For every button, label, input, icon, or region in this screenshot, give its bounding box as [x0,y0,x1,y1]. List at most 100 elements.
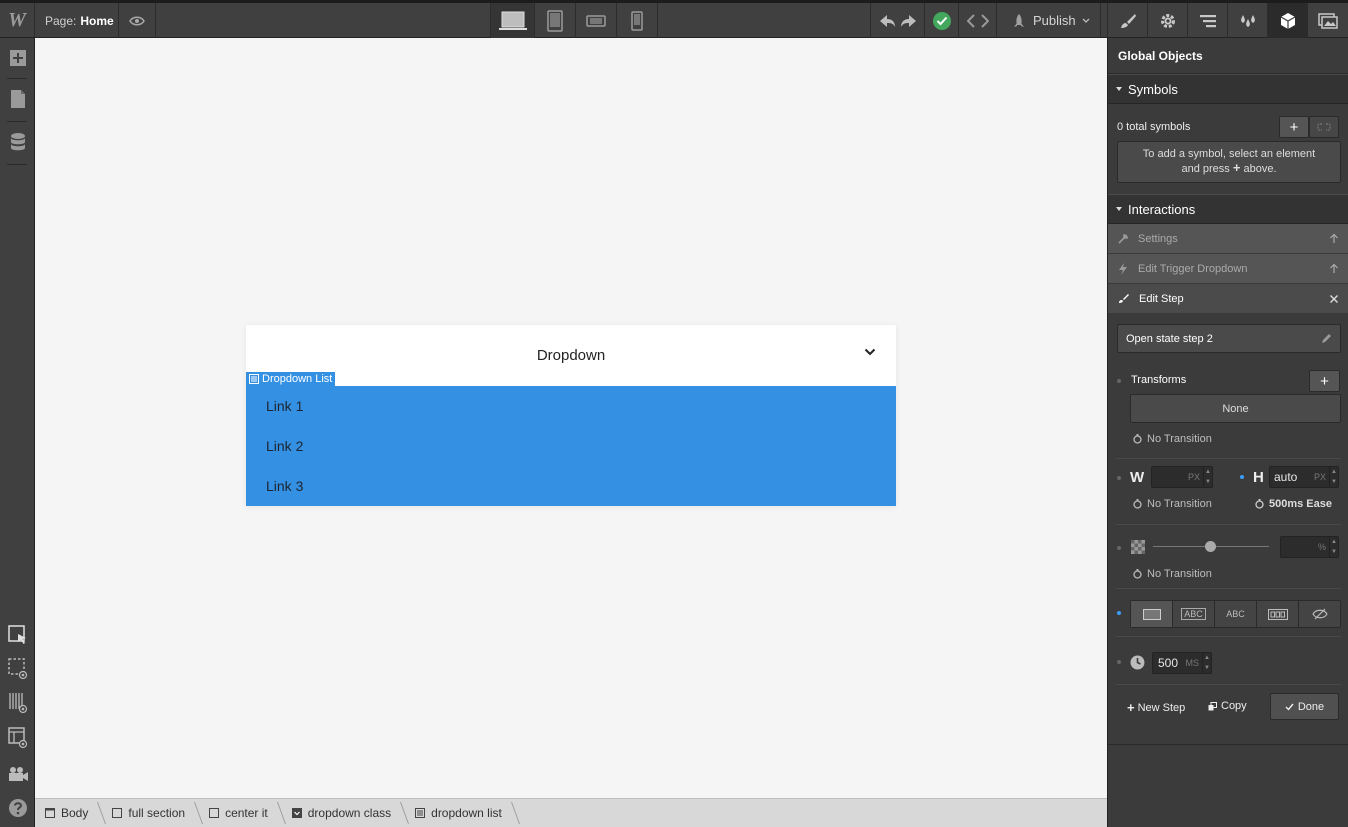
grid-overlay-icon[interactable] [0,686,35,720]
duration-stepper[interactable]: ▲ ▼ [1202,653,1211,673]
undo-redo-icon[interactable] [878,13,918,29]
navigator-icon[interactable] [1187,3,1227,38]
preview-eye-icon[interactable] [119,3,156,38]
clock-icon [1130,655,1145,670]
dropdown-link[interactable]: Link 1 [246,386,896,426]
arrow-up-icon[interactable] [1329,233,1339,244]
swatches-drops-icon[interactable] [1227,3,1267,38]
breadcrumb-label: center it [225,806,268,820]
desktop-view-icon[interactable] [491,3,535,38]
new-step-button[interactable]: + New Step [1127,700,1185,715]
status-check-icon[interactable] [925,3,959,38]
breadcrumb-item-dropdown[interactable]: dropdown class [282,799,405,827]
breadcrumb-item-dropdown-list[interactable]: dropdown list [405,799,516,827]
help-icon[interactable] [0,791,35,825]
height-input[interactable]: auto PX ▲ ▼ [1269,466,1339,488]
copy-step-button[interactable]: Copy [1208,700,1247,712]
div-block-icon [112,808,123,818]
interactions-section-header[interactable]: Interactions [1108,194,1348,224]
global-objects-cube-icon[interactable] [1267,3,1307,38]
divider [1116,458,1341,459]
symbols-hint: To add a symbol, select an element and p… [1117,141,1341,183]
width-input[interactable]: PX ▲ ▼ [1151,466,1213,488]
display-inline-block-option[interactable]: ABC [1173,601,1215,627]
unlink-icon [1317,123,1331,131]
symbols-body: 0 total symbols + To add a symbol, selec… [1108,104,1348,194]
inline-label: ABC [1226,609,1245,619]
display-block-option[interactable] [1131,601,1173,627]
design-canvas[interactable]: Dropdown Link 1 Link 2 Link 3 Dropdown L… [35,38,1107,798]
stopwatch-icon [1133,569,1142,579]
caret-down-icon [1116,207,1122,211]
symbols-section-header[interactable]: Symbols [1108,74,1348,104]
step-name-field[interactable]: Open state step 2 [1117,324,1341,353]
opacity-input[interactable]: % ▲ ▼ [1280,536,1339,558]
pencil-icon[interactable] [1321,333,1332,344]
width-transition[interactable]: No Transition [1133,498,1212,510]
undo-redo [871,3,925,38]
breadcrumb: Body full section center it dropdown cla… [35,798,1107,827]
webflow-logo[interactable]: W [0,3,35,38]
edit-step-row[interactable]: Edit Step [1108,284,1348,314]
panel-title: Global Objects [1108,38,1348,74]
opacity-transition[interactable]: No Transition [1133,568,1212,580]
dropdown-list[interactable]: Link 1 Link 2 Link 3 [246,386,896,506]
breadcrumb-item-section[interactable]: full section [102,799,199,827]
assets-images-icon[interactable] [1307,3,1347,38]
div-block-icon [209,808,220,818]
transforms-value[interactable]: None [1130,394,1341,423]
property-dot-active [1117,611,1121,615]
pages-icon[interactable] [0,82,35,116]
interaction-settings-row[interactable]: Settings [1108,224,1348,254]
divider [1116,636,1341,637]
selected-element-tag[interactable]: Dropdown List [246,372,336,386]
display-none-option[interactable] [1299,601,1340,627]
code-export-icon[interactable] [959,3,997,38]
display-inline-option[interactable]: ABC [1215,601,1257,627]
edit-trigger-row[interactable]: Edit Trigger Dropdown [1108,254,1348,284]
arrow-up-icon[interactable] [1329,263,1339,274]
dropdown-link[interactable]: Link 3 [246,466,896,506]
xray-layout-icon[interactable] [0,721,35,755]
breadcrumb-item-body[interactable]: Body [35,799,102,827]
brush-icon [1119,294,1129,303]
opacity-stepper[interactable]: ▲ ▼ [1329,537,1338,557]
publish-label: Publish [1033,13,1076,28]
page-name: Home [80,13,114,28]
video-tutorials-icon[interactable] [0,757,35,791]
add-transform-button[interactable]: + [1309,370,1340,392]
dropdown-component[interactable]: Dropdown Link 1 Link 2 Link 3 [246,325,896,506]
settings-gear-icon[interactable] [1147,3,1187,38]
style-brush-icon[interactable] [1107,3,1147,38]
breadcrumb-label: dropdown class [307,806,392,820]
hint-line-2: and press + above. [1118,161,1340,176]
unit-label: PX [1187,472,1200,482]
property-dot [1117,660,1121,664]
display-flex-option[interactable] [1257,601,1299,627]
width-stepper[interactable]: ▲ ▼ [1203,467,1212,487]
height-stepper[interactable]: ▲ ▼ [1329,467,1338,487]
mobile-landscape-icon[interactable] [576,3,617,38]
done-button[interactable]: Done [1270,693,1339,720]
height-transition[interactable]: 500ms Ease [1255,498,1332,510]
opacity-slider-handle[interactable] [1205,541,1216,552]
duration-value: 500 [1158,656,1179,670]
duration-input[interactable]: 500 MS ▲ ▼ [1152,652,1212,674]
close-icon[interactable] [1329,294,1339,304]
unlink-symbol-button[interactable] [1309,116,1339,138]
publish-button[interactable]: Publish [997,3,1101,38]
tablet-view-icon[interactable] [535,3,576,38]
show-edges-icon[interactable] [0,652,35,686]
transition-label: 500ms Ease [1269,498,1332,510]
breadcrumb-item-center[interactable]: center it [199,799,282,827]
unit-label: MS [1185,658,1200,668]
add-element-icon[interactable] [0,41,35,75]
select-cursor-icon[interactable] [0,618,35,652]
cms-database-icon[interactable] [0,125,35,159]
mobile-portrait-icon[interactable] [617,3,658,38]
transform-transition[interactable]: No Transition [1133,433,1212,445]
dropdown-link[interactable]: Link 2 [246,426,896,466]
add-symbol-button[interactable]: + [1279,116,1309,138]
dropdown-toggle[interactable]: Dropdown [246,325,896,385]
page-selector[interactable]: Page: Home [35,3,119,38]
